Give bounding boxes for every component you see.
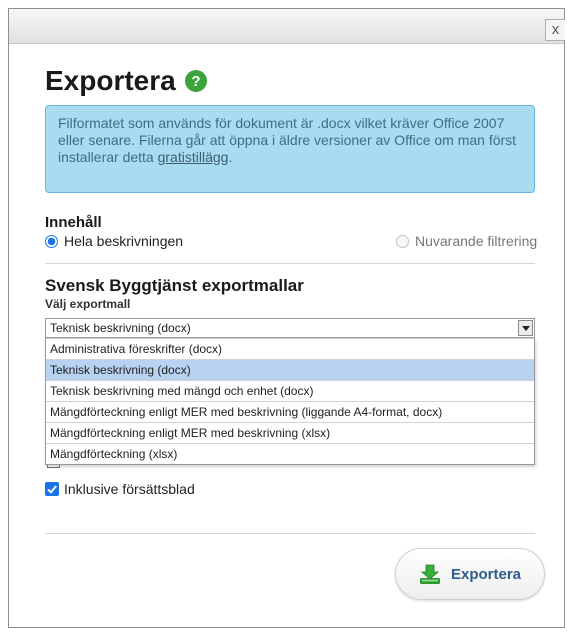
download-icon <box>419 564 440 584</box>
divider <box>45 263 535 264</box>
template-dropdown: Administrativa föreskrifter (docx) Tekni… <box>45 338 535 465</box>
cover-sheet-option[interactable]: Inklusive försättsblad <box>45 481 195 497</box>
radio-current-filter[interactable]: Nuvarande filtrering <box>396 233 537 249</box>
divider <box>45 533 535 534</box>
chevron-down-icon[interactable] <box>518 320 533 336</box>
dropdown-option[interactable]: Mängdförteckning enligt MER med beskrivn… <box>46 422 534 443</box>
select-template-label: Välj exportmall <box>45 297 131 311</box>
radio-full-description[interactable]: Hela beskrivningen <box>45 233 183 249</box>
page-title: Exportera <box>45 65 176 96</box>
export-dialog: x Exportera ? Filformatet som används fö… <box>8 8 565 628</box>
dropdown-option[interactable]: Mängdförteckning enligt MER med beskrivn… <box>46 401 534 422</box>
dropdown-option[interactable]: Administrativa föreskrifter (docx) <box>46 338 534 359</box>
radio-label: Nuvarande filtrering <box>415 233 538 249</box>
dropdown-option[interactable]: Mängdförteckning (xlsx) <box>46 443 534 464</box>
help-icon[interactable]: ? <box>184 70 207 92</box>
close-icon[interactable]: x <box>545 19 565 41</box>
info-box: Filformatet som används för dokument är … <box>45 105 535 193</box>
dialog-titlebar: x <box>9 9 565 44</box>
checkbox-label: Inklusive försättsblad <box>64 481 195 497</box>
templates-title: Svensk Byggtjänst exportmallar <box>45 276 304 295</box>
info-suffix: . <box>228 149 233 165</box>
radio-button-unchecked[interactable] <box>396 234 409 248</box>
template-select[interactable]: Teknisk beskrivning (docx) <box>45 318 535 338</box>
export-button[interactable]: Exportera <box>395 548 545 600</box>
checkmark-icon <box>47 485 57 494</box>
dropdown-option-selected[interactable]: Teknisk beskrivning (docx) <box>46 359 534 380</box>
info-text: Filformatet som används för dokument är … <box>58 115 517 165</box>
dropdown-option[interactable]: Teknisk beskrivning med mängd och enhet … <box>46 380 534 401</box>
svg-text:?: ? <box>191 73 200 90</box>
radio-button-checked[interactable] <box>45 234 58 248</box>
free-addon-link[interactable]: gratistillägg <box>158 149 229 165</box>
content-label: Innehåll <box>45 214 102 231</box>
checkbox-checked[interactable] <box>45 482 59 496</box>
dialog-title: Exportera ? <box>45 65 207 97</box>
export-button-label: Exportera <box>450 565 522 583</box>
select-value: Teknisk beskrivning (docx) <box>50 321 191 335</box>
radio-label: Hela beskrivningen <box>64 233 184 249</box>
